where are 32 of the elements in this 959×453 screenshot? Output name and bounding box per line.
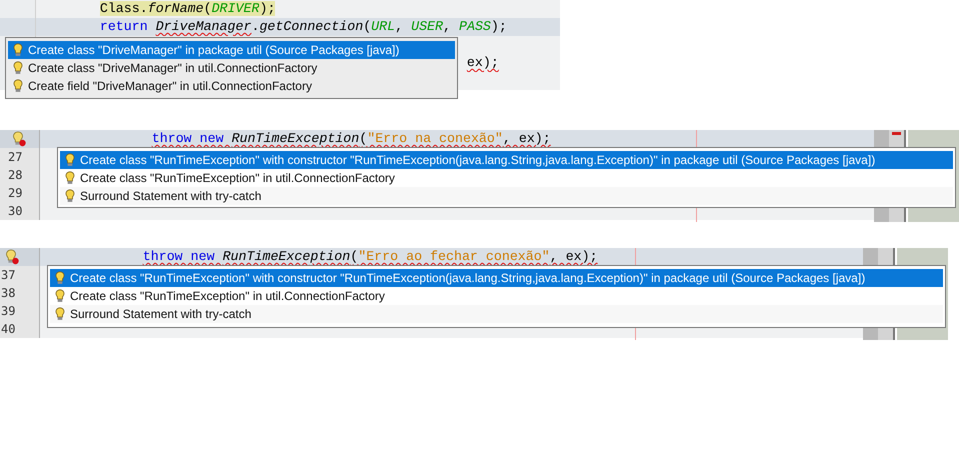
error-marker: [892, 132, 901, 135]
hint-item[interactable]: Surround Statement with try-catch: [60, 187, 953, 205]
hint-item[interactable]: Create class "DriveManager" in package util (Source Packages [java]): [8, 41, 455, 59]
lightbulb-icon: [13, 79, 23, 93]
hint-item[interactable]: Create class "RunTimeException" in util.ConnectionFactory: [60, 169, 953, 187]
lightbulb-icon: [55, 271, 65, 285]
lightbulb-icon: [13, 61, 23, 75]
lightbulb-icon: [65, 153, 75, 167]
line-number: 27: [8, 150, 22, 164]
hint-item[interactable]: Create class "RunTimeException" with constructor "RunTimeException(java.lang.String,java.lang.Exception)" in package util (Source Packages [java]): [50, 269, 943, 287]
line-number: 39: [1, 304, 16, 318]
line-number: 29: [8, 186, 22, 200]
line-number: 30: [8, 204, 22, 218]
line-number: 28: [8, 168, 22, 182]
lightbulb-error-icon[interactable]: [12, 131, 26, 147]
lightbulb-icon: [13, 43, 23, 57]
lightbulb-error-icon[interactable]: [5, 249, 19, 265]
lightbulb-icon: [65, 189, 75, 203]
lightbulb-icon: [65, 171, 75, 185]
line-number: 37: [1, 268, 16, 282]
lightbulb-icon: [55, 307, 65, 321]
code-line: throw new RunTimeException("Erro ao fechar conexão", ex);: [142, 249, 598, 265]
code-line: return DriveManager.getConnection(URL, USER, PASS);: [100, 19, 507, 35]
lightbulb-icon: [55, 289, 65, 303]
code-line: ex);: [466, 55, 499, 71]
line-number: 38: [1, 286, 16, 300]
line-number: 40: [1, 322, 16, 336]
hint-item[interactable]: Surround Statement with try-catch: [50, 305, 943, 323]
hint-item[interactable]: Create class "RunTimeException" in util.ConnectionFactory: [50, 287, 943, 305]
code-line: throw new RunTimeException("Erro na conexão", ex);: [152, 131, 551, 147]
hint-item[interactable]: Create class "RunTimeException" with constructor "RunTimeException(java.lang.String,java.lang.Exception)" in package util (Source Packages [java]): [60, 151, 953, 169]
code-line: Class.forName(DRIVER);: [100, 1, 276, 17]
